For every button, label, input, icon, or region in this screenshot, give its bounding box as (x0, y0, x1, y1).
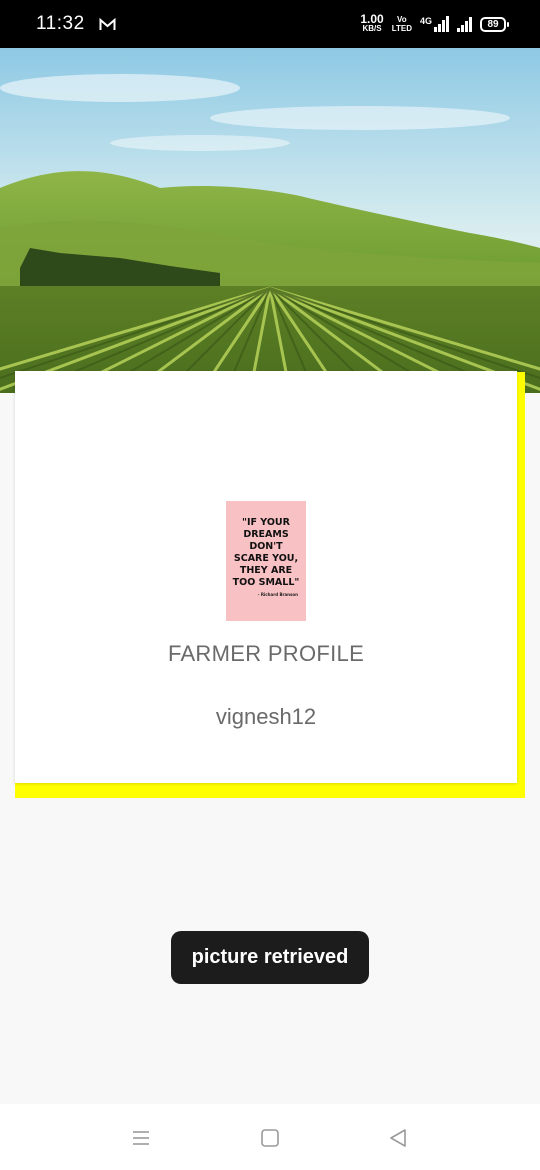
status-time: 11:32 (36, 13, 85, 34)
network-speed-unit: KB/S (362, 24, 382, 33)
profile-picture-author: - Richard Branson (257, 592, 298, 597)
status-left: 11:32 (36, 13, 116, 35)
profile-title: FARMER PROFILE (167, 641, 365, 666)
signal-label: 4G (419, 16, 432, 26)
battery-level: 89 (487, 18, 499, 30)
battery-icon: 89 (480, 16, 509, 32)
home-icon[interactable] (258, 1126, 282, 1150)
network-speed: 1.00 KB/S (360, 12, 384, 33)
profile-picture-quote: "IF YOUR DREAMS DON'T SCARE YOU, THEY AR… (232, 517, 300, 588)
volte-top: Vo (397, 15, 407, 24)
navigation-bar (0, 1104, 540, 1170)
menu-icon[interactable] (129, 1126, 153, 1150)
signal-icon: 4G (420, 16, 449, 32)
profile-card: "IF YOUR DREAMS DON'T SCARE YOU, THEY AR… (15, 371, 517, 783)
status-bar: 11:32 1.00 KB/S Vo LTED 4G 89 (0, 0, 540, 48)
farm-landscape-image (0, 48, 540, 393)
toast-message: picture retrieved (171, 931, 369, 984)
profile-picture[interactable]: "IF YOUR DREAMS DON'T SCARE YOU, THEY AR… (226, 501, 306, 621)
volte-bottom: LTED (391, 24, 412, 33)
volte-indicator: Vo LTED (392, 15, 412, 33)
mail-icon (99, 17, 116, 31)
status-right: 1.00 KB/S Vo LTED 4G 89 (360, 12, 509, 33)
network-speed-value: 1.00 (360, 12, 384, 26)
profile-username: vignesh12 (215, 704, 317, 729)
signal-icon-2 (457, 16, 472, 32)
back-icon[interactable] (386, 1126, 410, 1150)
